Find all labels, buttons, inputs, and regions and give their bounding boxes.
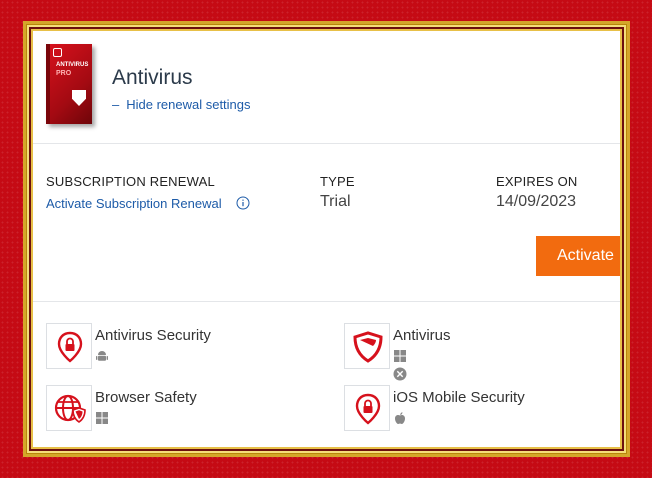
product-title: Antivirus [112, 66, 193, 89]
box-shield-icon [72, 90, 86, 106]
info-icon[interactable] [236, 196, 250, 210]
platform-list [95, 411, 112, 425]
divider [33, 143, 620, 144]
apple-icon [395, 412, 405, 424]
platform-list [393, 349, 410, 381]
hide-renewal-settings-link[interactable]: – Hide renewal settings [112, 97, 251, 112]
type-header: TYPE [320, 174, 355, 189]
feature-icon-box [46, 323, 92, 369]
shield-icon [353, 331, 383, 363]
type-value: Trial [320, 193, 351, 210]
feature-name: Browser Safety [95, 389, 197, 406]
platform-list [393, 411, 410, 425]
hide-renewal-settings-label: Hide renewal settings [126, 97, 251, 112]
windows-icon [394, 350, 406, 362]
android-icon [96, 351, 108, 361]
expires-header: EXPIRES ON [496, 174, 578, 189]
box-label: ANTIVIRUS [56, 62, 89, 68]
product-box-image: ANTIVIRUS PRO [46, 44, 92, 124]
globe-shield-icon [54, 394, 86, 423]
location-lock-icon [57, 331, 83, 363]
feature-name: Antivirus Security [95, 327, 211, 344]
activate-renewal-link[interactable]: Activate Subscription Renewal [46, 196, 222, 211]
decorative-frame: ANTIVIRUS PRO Antivirus – Hide renewal se… [23, 21, 630, 457]
feature-icon-box [344, 385, 390, 431]
divider [33, 301, 620, 302]
collapse-icon: – [112, 97, 120, 112]
frame-border: ANTIVIRUS PRO Antivirus – Hide renewal se… [27, 25, 626, 453]
box-edition-label: PRO [56, 70, 72, 77]
feature-icon-box [344, 323, 390, 369]
location-lock-icon [355, 393, 381, 425]
feature-name: Antivirus [393, 327, 451, 344]
content-area: ANTIVIRUS PRO Antivirus – Hide renewal se… [31, 29, 622, 449]
feature-name: iOS Mobile Security [393, 389, 525, 406]
expires-value: 14/09/2023 [496, 193, 577, 210]
macos-icon [393, 367, 407, 381]
product-panel: ANTIVIRUS PRO Antivirus – Hide renewal se… [33, 31, 620, 447]
renewal-header: SUBSCRIPTION RENEWAL [46, 174, 215, 189]
windows-icon [96, 412, 108, 424]
platform-list [95, 349, 112, 363]
brand-logo-icon [53, 48, 62, 57]
feature-icon-box [46, 385, 92, 431]
activate-button[interactable]: Activate [536, 236, 620, 276]
